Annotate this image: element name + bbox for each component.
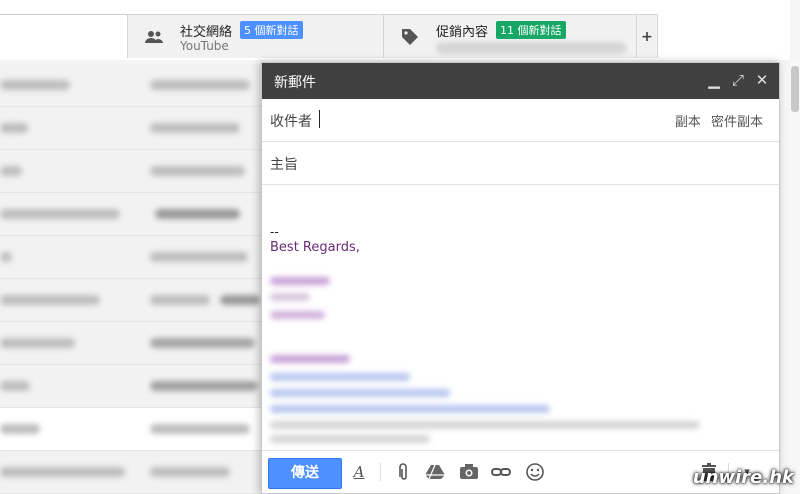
message-body[interactable]: -- Best Regards, <box>262 185 779 449</box>
email-row[interactable] <box>0 150 262 193</box>
link-icon[interactable] <box>490 461 512 483</box>
send-button[interactable]: 傳送 <box>268 458 342 489</box>
email-row[interactable] <box>0 64 262 107</box>
to-field[interactable]: 收件者 副本 密件副本 <box>262 99 779 142</box>
emoji-icon[interactable] <box>524 461 546 483</box>
signature-blurred <box>270 277 330 285</box>
signature-blurred <box>270 293 310 301</box>
tab-primary[interactable] <box>0 14 127 59</box>
signature-blurred <box>270 405 550 413</box>
attach-icon[interactable] <box>392 461 414 483</box>
email-row[interactable] <box>0 107 262 150</box>
email-list <box>0 64 262 494</box>
tab-social[interactable]: 社交網絡 5 個新對話 YouTube <box>127 14 383 58</box>
format-text-icon[interactable]: A <box>348 461 370 483</box>
to-label: 收件者 <box>270 114 312 130</box>
people-icon <box>145 31 163 43</box>
signature-blurred <box>270 435 430 443</box>
watermark: unwire.hk <box>692 467 794 488</box>
signature-regards: Best Regards, <box>270 240 360 255</box>
toolbar-separator <box>380 463 381 481</box>
bcc-link[interactable]: 密件副本 <box>711 115 763 130</box>
email-row[interactable] <box>0 322 262 365</box>
subject-label: 主旨 <box>270 157 298 173</box>
signature-blurred <box>270 421 700 429</box>
tab-promotions-label: 促銷內容 <box>436 25 489 40</box>
signature-blurred <box>270 355 350 363</box>
text-cursor <box>319 110 320 128</box>
compose-title: 新郵件 <box>274 75 316 91</box>
signature-blurred <box>270 373 410 381</box>
minimize-icon[interactable]: ▁ <box>705 71 723 89</box>
social-new-badge: 5 個新對話 <box>240 21 303 39</box>
scroll-thumb[interactable] <box>791 66 799 112</box>
email-row[interactable] <box>0 236 262 279</box>
tag-icon <box>402 29 418 45</box>
cc-bcc-links: 副本 密件副本 <box>669 111 763 130</box>
page-scrollbar[interactable] <box>790 60 800 492</box>
tab-social-label: 社交網絡 <box>180 25 233 40</box>
photo-icon[interactable] <box>458 461 480 483</box>
tab-promotions-sender-blurred <box>436 42 626 54</box>
expand-icon[interactable]: ⤢ <box>729 71 747 89</box>
inbox-tabs: 社交網絡 5 個新對話 YouTube 促銷內容 11 個新對話 + <box>0 0 790 60</box>
cc-link[interactable]: 副本 <box>675 115 701 130</box>
close-icon[interactable]: ✕ <box>753 71 771 89</box>
email-row[interactable] <box>0 193 262 236</box>
email-row[interactable] <box>0 408 262 451</box>
promotions-new-badge: 11 個新對話 <box>496 21 566 39</box>
signature-blurred <box>270 311 325 319</box>
subject-field[interactable]: 主旨 <box>262 142 779 185</box>
email-row[interactable] <box>0 279 262 322</box>
email-row[interactable] <box>0 451 262 494</box>
add-tab-button[interactable]: + <box>636 14 658 58</box>
email-row[interactable] <box>0 365 262 408</box>
compose-window: 新郵件 ▁ ⤢ ✕ 收件者 副本 密件副本 主旨 -- Best Regards… <box>261 62 780 494</box>
compose-header: 新郵件 ▁ ⤢ ✕ <box>262 63 779 99</box>
signature-blurred <box>270 389 450 397</box>
tab-promotions[interactable]: 促銷內容 11 個新對話 <box>383 14 636 58</box>
tab-social-sender: YouTube <box>180 39 229 53</box>
signature-dash: -- <box>270 225 279 239</box>
drive-icon[interactable] <box>424 461 446 483</box>
